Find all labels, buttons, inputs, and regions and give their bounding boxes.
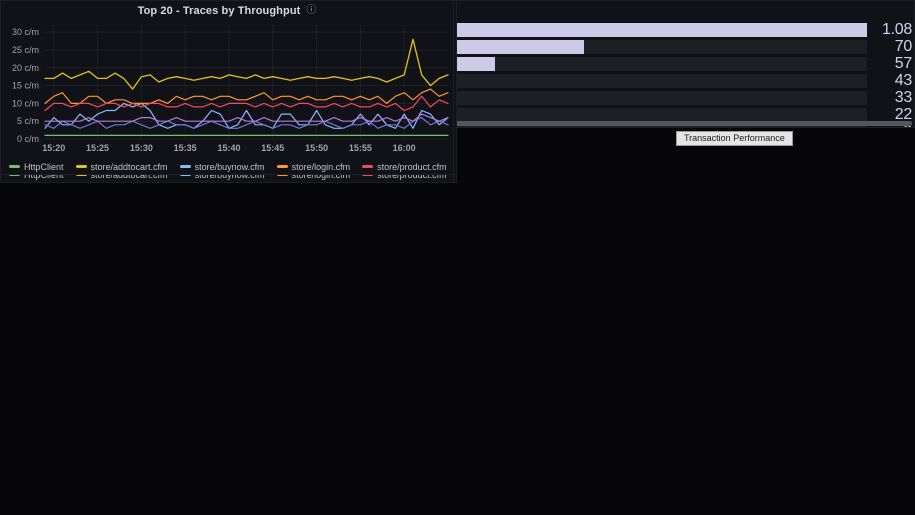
legend-swatch xyxy=(362,165,373,168)
bar-value: 1.08 xyxy=(872,21,912,38)
panel-title[interactable]: Top 20 - Traces by Throughput xyxy=(138,5,301,17)
legend-item-store-product-cfm[interactable]: store/product.cfm xyxy=(362,162,447,172)
legend-swatch xyxy=(76,165,87,168)
bar-value: 43 xyxy=(872,72,912,89)
y-axis-tick: 15 c/m xyxy=(12,81,39,91)
x-axis-tick: 15:35 xyxy=(174,143,197,153)
y-axis-tick: 0 c/m xyxy=(17,134,39,144)
legend-label: store/product.cfm xyxy=(377,162,447,172)
x-axis-tick: 15:45 xyxy=(261,143,284,153)
x-axis-tick: 15:20 xyxy=(42,143,65,153)
bar-value: 33 xyxy=(872,89,912,106)
legend-label: HttpClient xyxy=(24,162,64,172)
legend-item-store-addtocart-cfm[interactable]: store/addtocart.cfm xyxy=(76,162,168,172)
series-line-store-register-cfm xyxy=(45,114,448,121)
y-axis-tick: 25 c/m xyxy=(12,45,39,55)
chart-legend: HttpClient store/addtocart.cfm store/buyno… xyxy=(1,161,453,174)
y-axis-tick: 5 c/m xyxy=(17,116,39,126)
y-axis-tick: 10 c/m xyxy=(12,98,39,108)
x-axis-tick: 15:30 xyxy=(130,143,153,153)
legend-label: store/addtocart.cfm xyxy=(91,162,168,172)
x-axis-tick: 15:25 xyxy=(86,143,109,153)
info-icon[interactable]: ⓘ xyxy=(306,6,316,16)
x-axis-tick: 16:00 xyxy=(393,143,416,153)
legend-item-store-buynow-cfm[interactable]: store/buynow.cfm xyxy=(180,162,265,172)
x-axis-tick: 15:55 xyxy=(349,143,372,153)
y-axis-tick: 20 c/m xyxy=(12,63,39,73)
legend-swatch xyxy=(9,165,20,168)
legend-label: store/buynow.cfm xyxy=(195,162,265,172)
legend-swatch xyxy=(180,165,191,168)
bar-value: 70 xyxy=(872,38,912,55)
legend-label: store/login.cfm xyxy=(292,162,351,172)
chart-plot[interactable]: 0 c/m 5 c/m 10 c/m 15 c/m 20 c/m 25 c/m 30 c/m… xyxy=(1,17,453,161)
chart-canvas[interactable]: 0 c/m 5 c/m 10 c/m 15 c/m 20 c/m 25 c/m 30 c/m… xyxy=(1,17,453,156)
legend-item-httpclient[interactable]: HttpClient xyxy=(9,162,64,172)
series-line-store-login-cfm xyxy=(45,89,448,103)
bar-value: 57 xyxy=(872,55,912,72)
x-axis-tick: 15:40 xyxy=(217,143,240,153)
hover-tooltip: Transaction Performance xyxy=(676,131,793,146)
x-axis-tick: 15:50 xyxy=(305,143,328,153)
series-line-store-addtocart-cfm xyxy=(45,39,448,89)
legend-item-store-login-cfm[interactable]: store/login.cfm xyxy=(277,162,351,172)
y-axis-tick: 30 c/m xyxy=(12,27,39,37)
series-line-store-products-cfm xyxy=(45,118,448,129)
panel-traces-by-throughput: Top 20 - Traces by Throughput ⓘ 0 c/m 5 c… xyxy=(0,0,454,175)
legend-swatch xyxy=(277,165,288,168)
